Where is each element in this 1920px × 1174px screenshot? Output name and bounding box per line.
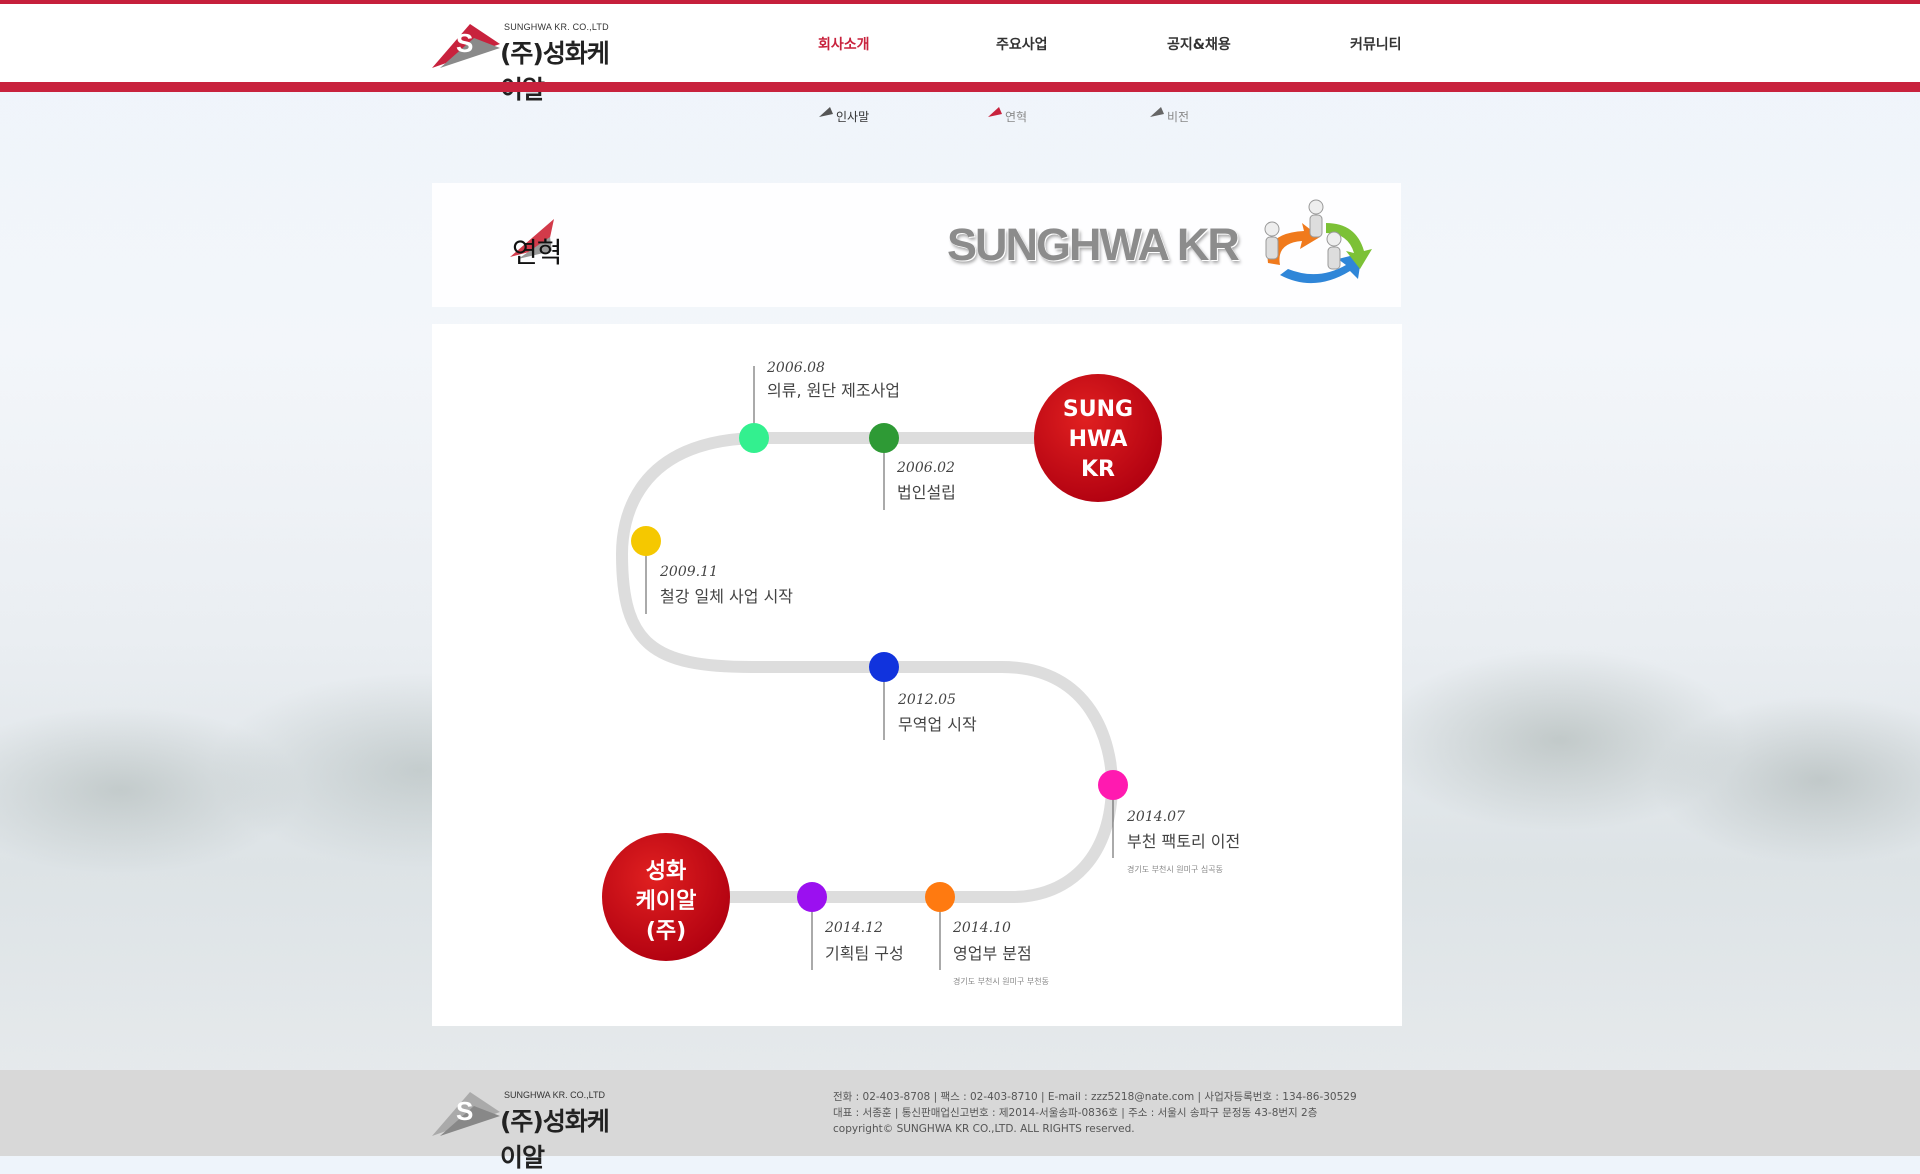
page-banner: 연혁 SUNGHWA KR bbox=[432, 183, 1401, 307]
timeline-marker bbox=[797, 882, 827, 912]
nav-item-company[interactable]: 회사소개 bbox=[818, 34, 870, 54]
nav-item-notice-recruit[interactable]: 공지&채용 bbox=[1167, 34, 1231, 54]
svg-text:S: S bbox=[456, 1096, 473, 1126]
timeline-address: 경기도 부천시 원미구 심곡동 bbox=[1127, 864, 1223, 874]
banner-brand-text: SUNGHWA KR bbox=[947, 219, 1240, 270]
footer-copyright: copyright© SUNGHWA KR CO.,LTD. ALL RIGHT… bbox=[833, 1123, 1135, 1135]
timeline-desc: 부천 팩토리 이전 bbox=[1127, 832, 1240, 851]
timeline-marker bbox=[869, 423, 899, 453]
timeline-date: 2014.07 bbox=[1126, 809, 1185, 825]
footer-registration-line: 대표 : 서종훈 | 통신판매업신고번호 : 제2014-서울송파-0836호 … bbox=[833, 1107, 1318, 1119]
page-title: 연혁 bbox=[512, 236, 563, 269]
nav-item-community[interactable]: 커뮤니티 bbox=[1350, 34, 1402, 54]
start-circle-label: KR bbox=[1081, 457, 1115, 482]
timeline-date: 2009.11 bbox=[659, 564, 718, 580]
footer-contact-line: 전화 : 02-403-8708 | 팩스 : 02-403-8710 | E-… bbox=[833, 1091, 1357, 1103]
subnav-bullet-icon bbox=[988, 107, 1002, 117]
logo-mark-icon: S bbox=[432, 1092, 500, 1136]
footer-company-info: 전화 : 02-403-8708 | 팩스 : 02-403-8710 | E-… bbox=[833, 1089, 1433, 1137]
timeline-address: 경기도 부천시 원미구 부천동 bbox=[953, 976, 1049, 986]
timeline-date: 2014.12 bbox=[824, 920, 883, 936]
timeline-marker bbox=[1098, 770, 1128, 800]
timeline-date: 2006.02 bbox=[896, 460, 955, 476]
timeline-desc: 의류, 원단 제조사업 bbox=[767, 381, 900, 400]
timeline-marker bbox=[925, 882, 955, 912]
timeline-date: 2014.10 bbox=[952, 920, 1011, 936]
nav-item-business[interactable]: 주요사업 bbox=[996, 34, 1048, 54]
site-footer: S SUNGHWA KR. CO.,LTD (주)성화케이알 전화 : 02-4… bbox=[0, 1070, 1920, 1172]
end-circle-label: 케이알 bbox=[636, 889, 697, 914]
footer-logo-korean-name: (주)성화케이알 bbox=[500, 1107, 610, 1172]
timeline-date: 2006.08 bbox=[766, 360, 825, 376]
footer-logo-english-name: SUNGHWA KR. CO.,LTD bbox=[504, 1090, 606, 1100]
timeline-desc: 무역업 시작 bbox=[898, 715, 977, 734]
timeline-desc: 영업부 분점 bbox=[953, 944, 1032, 963]
teamwork-illustration-icon bbox=[1264, 199, 1372, 284]
subnav-item-history[interactable]: 연혁 bbox=[988, 107, 1027, 125]
subnav-item-vision[interactable]: 비전 bbox=[1150, 107, 1189, 125]
subnav-bullet-icon bbox=[1150, 107, 1164, 117]
history-timeline: 2006.08 의류, 원단 제조사업 2006.02 법인설립 2009.11 철강 일… bbox=[432, 324, 1402, 1026]
timeline-marker bbox=[869, 652, 899, 682]
timeline-marker bbox=[739, 423, 769, 453]
start-circle-label: SUNG bbox=[1063, 397, 1133, 422]
timeline-desc: 기획팀 구성 bbox=[825, 944, 904, 963]
timeline-marker bbox=[631, 526, 661, 556]
timeline-graphic: 2006.08 의류, 원단 제조사업 2006.02 법인설립 2009.11 철강 일… bbox=[602, 360, 1240, 986]
footer-logo: S SUNGHWA KR. CO.,LTD (주)성화케이알 bbox=[430, 1086, 630, 1172]
timeline-desc: 철강 일체 사업 시작 bbox=[660, 587, 793, 606]
timeline-desc: 법인설립 bbox=[897, 483, 956, 502]
subnav-item-greeting[interactable]: 인사말 bbox=[819, 107, 869, 125]
main-nav: 회사소개 주요사업 공지&채용 커뮤니티 bbox=[0, 4, 1920, 82]
timeline-track bbox=[615, 432, 1119, 903]
subnav-bullet-icon bbox=[819, 107, 833, 117]
end-circle-label: 성화 bbox=[646, 859, 686, 884]
header-red-band bbox=[0, 82, 1920, 92]
timeline-date: 2012.05 bbox=[897, 692, 956, 708]
start-circle-label: HWA bbox=[1069, 427, 1128, 452]
end-circle-label: (주) bbox=[646, 919, 686, 944]
